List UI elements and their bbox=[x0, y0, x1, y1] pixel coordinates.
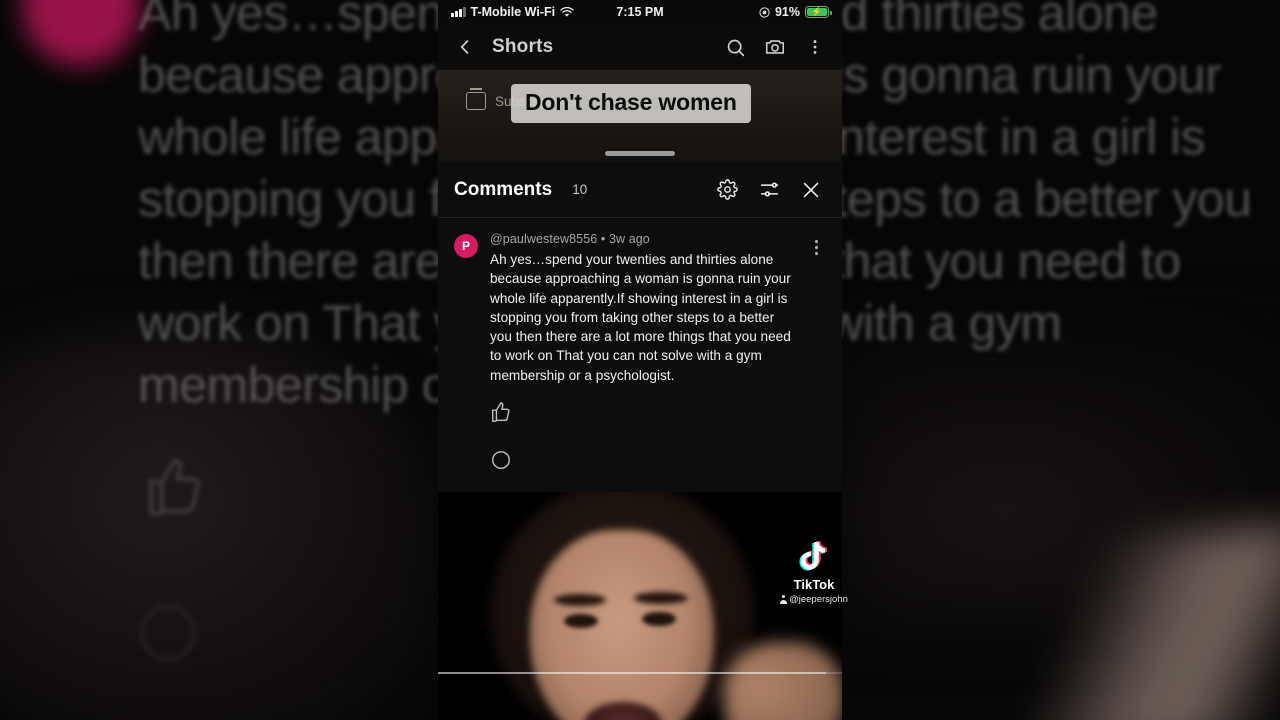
background-avatar-blur bbox=[22, 0, 140, 66]
battery-charging-icon: ⚡ bbox=[805, 6, 832, 18]
background-thumbs-up-icon bbox=[149, 458, 200, 516]
wifi-icon bbox=[560, 6, 574, 17]
gear-icon[interactable] bbox=[712, 175, 742, 205]
comments-title: Comments bbox=[454, 178, 553, 200]
video-subject-hand bbox=[724, 642, 842, 720]
background-hand-blur bbox=[967, 523, 1280, 720]
comments-sheet: Comments 10 P @paulwestew8556 • 3w ago A… bbox=[438, 162, 842, 720]
close-x-icon[interactable] bbox=[796, 175, 826, 205]
subscriptions-icon bbox=[466, 88, 486, 110]
video-caption-overlay: Don't chase women bbox=[511, 84, 751, 123]
comment-author[interactable]: @paulwestew8556 bbox=[490, 232, 597, 246]
comment-item[interactable]: P @paulwestew8556 • 3w ago Ah yes…spend … bbox=[438, 218, 842, 471]
location-arrow-icon bbox=[759, 6, 770, 18]
tune-sliders-icon[interactable] bbox=[754, 175, 784, 205]
comments-header: Comments 10 bbox=[438, 162, 842, 218]
camera-icon[interactable] bbox=[762, 34, 788, 60]
battery-percent-label: 91% bbox=[774, 5, 800, 19]
video-progress-bar[interactable] bbox=[438, 672, 842, 674]
shorts-top-bar: Shorts bbox=[438, 24, 842, 70]
kebab-menu-icon[interactable] bbox=[802, 34, 828, 60]
video-subject-eye-right bbox=[642, 612, 676, 626]
comment-body: @paulwestew8556 • 3w ago Ah yes…spend yo… bbox=[490, 232, 794, 471]
phone-screen-panel: T-Mobile Wi-Fi 7:15 PM 91% ⚡ Shorts Don'… bbox=[438, 0, 842, 720]
chevron-left-icon[interactable] bbox=[452, 34, 478, 60]
comment-timestamp: 3w ago bbox=[608, 232, 650, 246]
video-subject-face bbox=[530, 530, 714, 720]
comment-actions bbox=[490, 401, 794, 471]
video-subject-eye-left bbox=[564, 614, 598, 628]
comment-meta-separator: • bbox=[600, 232, 606, 246]
avatar[interactable]: P bbox=[454, 234, 478, 258]
background-reply-icon bbox=[140, 605, 196, 661]
status-bar: T-Mobile Wi-Fi 7:15 PM 91% ⚡ bbox=[438, 0, 842, 24]
video-subject-brow-right bbox=[634, 592, 688, 604]
carrier-label: T-Mobile Wi-Fi bbox=[470, 5, 556, 19]
screen-recording: Ah yes…spend your twenties and thirties … bbox=[0, 0, 1280, 720]
reply-icon[interactable] bbox=[490, 449, 512, 471]
comment-kebab-menu-icon[interactable] bbox=[806, 232, 826, 471]
cellular-bars-icon bbox=[451, 7, 466, 17]
comment-text: Ah yes…spend your twenties and thirties … bbox=[490, 252, 795, 383]
thumbs-up-icon[interactable] bbox=[490, 401, 512, 423]
video-preview-strip[interactable]: Subscriptions Don't chase women bbox=[438, 70, 842, 162]
comment-meta: @paulwestew8556 • 3w ago bbox=[490, 232, 794, 246]
comments-count: 10 bbox=[572, 182, 588, 197]
shorts-title: Shorts bbox=[492, 36, 554, 57]
video-progress-played bbox=[438, 672, 826, 674]
sheet-drag-handle[interactable] bbox=[605, 151, 675, 156]
search-icon[interactable] bbox=[722, 34, 748, 60]
video-player-area[interactable] bbox=[438, 492, 842, 720]
video-subject-brow-left bbox=[554, 594, 606, 606]
